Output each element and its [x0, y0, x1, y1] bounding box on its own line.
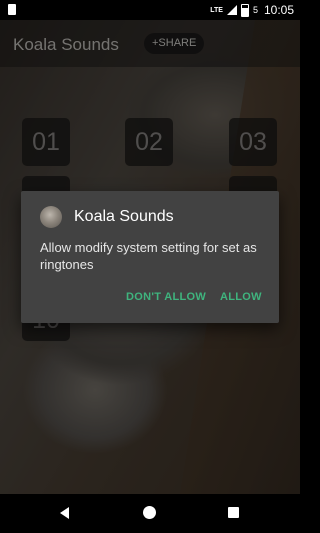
dont-allow-button[interactable]: DON'T ALLOW [126, 291, 206, 303]
dialog-message: Allow modify system setting for set as r… [40, 240, 257, 272]
recents-icon[interactable] [228, 507, 239, 518]
battery-level: 5 [252, 5, 258, 15]
network-type: LTE [210, 6, 223, 14]
clock: 10:05 [263, 3, 294, 17]
battery-icon [240, 3, 249, 17]
sim-card-icon [8, 4, 16, 15]
status-bar: LTE 5 10:05 [0, 0, 300, 20]
signal-icon [226, 5, 237, 15]
dialog-title: Koala Sounds [74, 208, 174, 225]
koala-app-icon [40, 206, 62, 228]
back-icon[interactable] [60, 507, 69, 519]
status-icons: LTE 5 10:05 [210, 3, 294, 17]
allow-button[interactable]: ALLOW [220, 291, 262, 303]
navigation-bar [0, 494, 300, 533]
home-icon[interactable] [143, 506, 156, 519]
permission-dialog: Koala Sounds Allow modify system setting… [21, 191, 279, 323]
